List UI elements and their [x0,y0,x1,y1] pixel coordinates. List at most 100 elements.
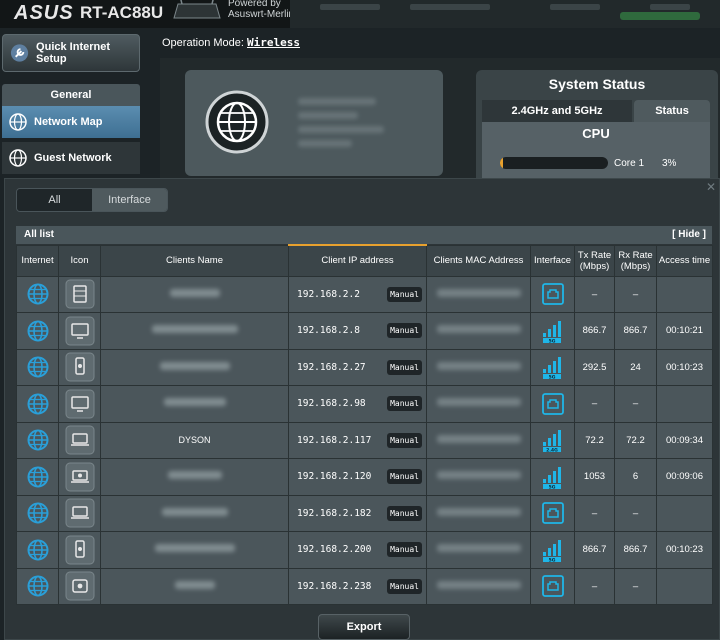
column-header[interactable]: Clients MAC Address [426,244,531,277]
redacted-client-name[interactable] [159,361,230,370]
laptop-device-icon[interactable] [65,498,95,528]
table-row[interactable]: 192.168.2.8 Manual 5G 866.7 866.7 00:10:21 [16,312,713,350]
internet-cell [16,421,59,459]
asus-logo: ASUS [14,2,74,24]
system-status-title: System Status [548,76,646,92]
quick-internet-setup-button[interactable]: Quick Internet Setup [2,34,140,72]
column-header[interactable]: Access time [656,244,713,277]
internet-globe-icon[interactable] [27,429,49,451]
phone-device-icon[interactable] [65,535,95,565]
interface-cell: 5G [530,531,575,569]
cpu-core-value: 3% [662,158,677,169]
interface-cell [530,275,575,313]
table-row[interactable]: 192.168.2.98 Manual – – [16,385,713,423]
internet-globe-icon[interactable] [27,393,49,415]
internet-globe-icon[interactable] [27,502,49,524]
redacted-client-name[interactable] [174,580,215,589]
band-label: 5G [548,338,555,344]
internet-globe-icon[interactable] [27,283,49,305]
table-row[interactable]: DYSON 192.168.2.117 Manual 2.4G 72.2 72.2 00:0… [16,421,713,459]
header-status-area [290,0,720,28]
guest-network-icon [9,149,27,167]
column-header[interactable]: Rx Rate (Mbps) [614,244,657,277]
client-mac-cell [426,275,531,313]
tx-rate-cell: – [574,385,615,423]
filter-interface[interactable]: Interface [92,189,167,211]
filter-all[interactable]: All [17,189,92,211]
phone-device-icon[interactable] [65,352,95,382]
internet-globe-icon[interactable] [27,356,49,378]
firmware-name: Asuswrt-Merlin [228,9,295,20]
redacted-client-name[interactable] [151,325,238,334]
powered-by: Powered by Asuswrt-Merlin [228,0,294,20]
internet-cell [16,312,59,350]
redacted-client-name[interactable] [169,288,220,297]
band-label: 5G [548,557,555,563]
cpu-usage-bar [500,157,608,169]
client-table: Internet Icon Clients Name Client IP add… [16,244,713,605]
tab-wireless[interactable]: 2.4GHz and 5GHz [482,100,632,122]
internet-cell [16,458,59,496]
internet-cell [16,567,59,605]
table-row[interactable]: 192.168.2.200 Manual 5G 866.7 866.7 00:10:23 [16,531,713,569]
wifi-signal-icon: 5G [542,357,561,380]
client-name[interactable]: DYSON [178,435,210,445]
apple-tv-device-icon[interactable] [65,571,95,601]
internet-globe-icon[interactable] [27,539,49,561]
client-ip: 192.168.2.27 [297,361,366,373]
table-row[interactable]: 192.168.2.182 Manual – – [16,494,713,532]
monitor-device-icon[interactable] [65,316,95,346]
manual-badge[interactable]: Manual [387,469,422,484]
manual-badge[interactable]: Manual [387,505,422,521]
client-name-cell [100,567,289,605]
access-time-cell: 00:10:23 [656,531,713,569]
redacted-mac-address [436,398,521,407]
manual-badge[interactable]: Manual [387,542,422,557]
table-row[interactable]: 192.168.2.120 Manual 5G 1053 6 00:09:06 [16,458,713,496]
manual-badge[interactable]: Manual [387,396,422,411]
laptop-device-icon[interactable] [65,425,95,455]
icon-cell [58,385,101,423]
monitor-device-icon[interactable] [65,389,95,419]
client-mac-cell [426,385,531,423]
column-header-sorted[interactable]: Client IP address [288,244,427,277]
tx-rate-cell: – [574,275,615,313]
redacted-client-name[interactable] [161,507,228,516]
rx-rate-cell: 72.2 [614,421,657,459]
operation-mode-link[interactable]: Wireless [247,36,300,49]
server-device-icon[interactable] [65,279,95,309]
column-header[interactable]: Interface [530,244,575,277]
rx-rate-cell: 866.7 [614,312,657,350]
client-mac-cell [426,312,531,350]
client-ip-cell: 192.168.2.98 Manual [288,385,427,423]
manual-badge[interactable]: Manual [387,578,422,594]
manual-badge[interactable]: Manual [387,432,422,448]
hide-link[interactable]: [ Hide ] [672,229,706,240]
internet-globe-icon[interactable] [27,320,49,342]
redacted-text [298,112,358,119]
icon-cell [58,531,101,569]
table-row[interactable]: 192.168.2.2 Manual – – [16,275,713,313]
internet-globe-icon[interactable] [27,466,49,488]
sidebar-item-guest-network[interactable]: Guest Network [2,142,140,174]
close-icon[interactable]: ✕ [706,180,716,194]
internet-globe-icon[interactable] [27,575,49,597]
manual-badge[interactable]: Manual [387,323,422,338]
column-header[interactable]: Clients Name [100,244,289,277]
icon-cell [58,567,101,605]
manual-badge[interactable]: Manual [387,286,422,302]
client-ip: 192.168.2.8 [297,325,360,337]
manual-badge[interactable]: Manual [387,359,422,375]
table-row[interactable]: 192.168.2.238 Manual – – [16,567,713,605]
apple-laptop-device-icon[interactable] [65,462,95,492]
redacted-client-name[interactable] [163,398,226,407]
sidebar-item-network-map[interactable]: Network Map [2,106,140,138]
tab-status[interactable]: Status [634,100,710,122]
table-row[interactable]: 192.168.2.27 Manual 5G 292.5 24 00:10:23 [16,348,713,386]
redacted-client-name[interactable] [167,471,222,480]
export-button[interactable]: Export [318,614,410,640]
filter-segment: All Interface [16,188,168,212]
redacted-client-name[interactable] [154,544,235,553]
column-header[interactable]: Tx Rate (Mbps) [574,244,615,277]
access-time-cell [656,385,713,423]
